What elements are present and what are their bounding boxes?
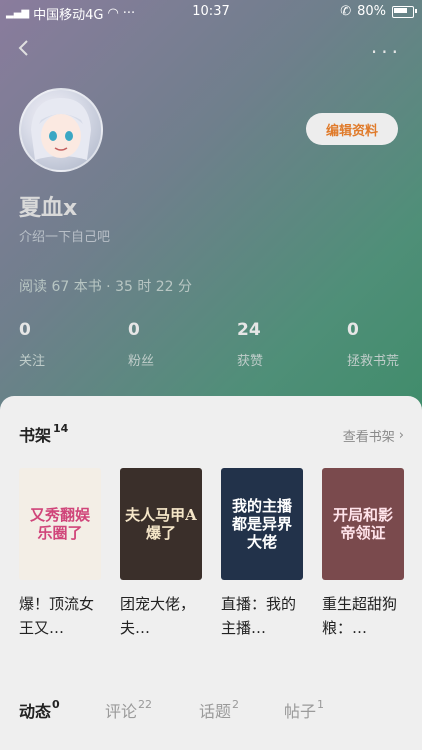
bookshelf-title-text: 书架 [19, 426, 52, 445]
stat-rescue-book-shortage[interactable]: 0 拯救书荒 [347, 320, 399, 369]
tab-topics[interactable]: 话题2 [199, 698, 239, 722]
edit-profile-button[interactable]: 编辑资料 [306, 113, 398, 145]
book-cover[interactable]: 又秀翻娱乐圈了 [19, 468, 101, 580]
battery-icon [392, 5, 417, 18]
view-bookshelf-link[interactable]: 查看书架 › [343, 426, 404, 445]
book-cover[interactable]: 夫人马甲A爆了 [120, 468, 202, 580]
tab-label: 评论 [105, 702, 138, 721]
book-cover-title: 我的主播都是异界大佬 [231, 497, 292, 551]
book-title: 爆！顶流女王又… [19, 595, 95, 637]
book-cover-title: 开局和影帝领证 [332, 506, 393, 542]
book-cover[interactable]: 开局和影帝领证 [322, 468, 404, 580]
bookshelf-count: 14 [53, 422, 69, 435]
reading-stats: 阅读 67 本书 · 35 时 22 分 [19, 279, 193, 295]
tab-count: 1 [317, 698, 325, 711]
view-bookshelf-label: 查看书架 [342, 430, 395, 445]
hd-call-icon: ✆ [340, 4, 352, 19]
stat-value: 0 [128, 320, 140, 340]
more-options-icon[interactable]: ··· [371, 40, 402, 64]
stat-value: 0 [347, 320, 359, 340]
tab-count: 0 [52, 698, 60, 711]
stat-likes[interactable]: 24 获赞 [237, 320, 263, 369]
status-bar: ▂▄▆ 中国移动4G ◠ ··· 10:37 ✆ 80% [0, 0, 422, 24]
book-title: 重生超甜狗粮：… [322, 595, 398, 637]
tab-comments[interactable]: 评论22 [105, 698, 152, 722]
stat-value: 0 [19, 320, 31, 340]
stat-label: 获赞 [237, 354, 264, 369]
bookshelf-title: 书架 14 [19, 422, 68, 446]
book-cover[interactable]: 我的主播都是异界大佬 [221, 468, 303, 580]
book-item[interactable]: 夫人马甲A爆了 团宠大佬，夫… [120, 468, 202, 640]
stat-following[interactable]: 0 关注 [19, 320, 45, 369]
profile-tabs: 动态0 评论22 话题2 帖子1 [0, 698, 422, 734]
tab-label: 话题 [199, 702, 232, 721]
book-title: 直播：我的主播… [221, 595, 297, 637]
username: 夏血x [19, 196, 78, 221]
book-cover-title: 又秀翻娱乐圈了 [29, 506, 90, 542]
stat-label: 关注 [19, 354, 46, 369]
stat-followers[interactable]: 0 粉丝 [128, 320, 154, 369]
tab-count: 2 [232, 698, 240, 711]
book-cover-title: 夫人马甲A爆了 [125, 506, 197, 542]
content-sheet: 书架 14 查看书架 › 又秀翻娱乐圈了 爆！顶流女王又… 夫人马甲A爆了 团宠大… [0, 396, 422, 750]
stat-label: 拯救书荒 [347, 354, 400, 369]
chevron-right-icon: › [398, 428, 404, 443]
tab-posts[interactable]: 帖子1 [284, 698, 324, 722]
book-item[interactable]: 我的主播都是异界大佬 直播：我的主播… [221, 468, 303, 640]
bio[interactable]: 介绍一下自己吧 [19, 226, 110, 245]
tab-count: 22 [138, 698, 153, 711]
tab-activity[interactable]: 动态0 [19, 698, 60, 722]
tab-label: 帖子 [284, 702, 317, 721]
battery-percent: 80% [357, 4, 386, 19]
stat-value: 24 [237, 320, 261, 340]
book-item[interactable]: 又秀翻娱乐圈了 爆！顶流女王又… [19, 468, 101, 640]
status-right: ✆ 80% [340, 4, 417, 19]
avatar[interactable] [19, 88, 103, 172]
stat-label: 粉丝 [128, 354, 155, 369]
avatar-illustration [31, 98, 91, 160]
tab-label: 动态 [19, 702, 52, 721]
book-item[interactable]: 开局和影帝领证 重生超甜狗粮：… [322, 468, 404, 640]
book-title: 团宠大佬，夫… [120, 595, 196, 637]
back-icon[interactable] [16, 38, 32, 58]
